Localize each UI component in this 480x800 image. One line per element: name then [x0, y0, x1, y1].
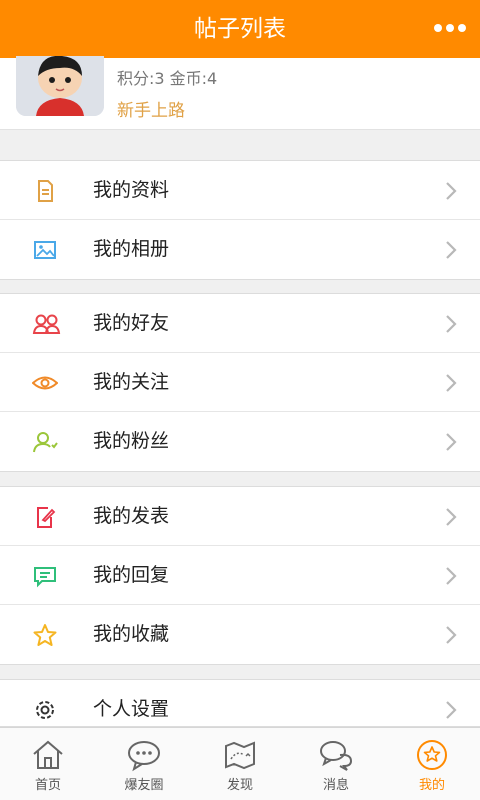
profile-header: 积分:3 金币:4 新手上路 — [0, 56, 480, 130]
tab-discover[interactable]: 发现 — [192, 728, 288, 800]
star-circle-icon — [417, 740, 447, 770]
user-level: 新手上路 — [117, 101, 185, 121]
top-bar: 帖子列表 — [0, 0, 480, 58]
chevron-right-icon — [444, 564, 458, 588]
tab-me[interactable]: 我的 — [384, 728, 480, 800]
reply-icon — [32, 564, 58, 588]
menu-item-my-album[interactable]: 我的相册 — [0, 220, 480, 279]
star-icon — [32, 623, 58, 647]
menu-item-settings[interactable]: 个人设置 — [0, 680, 480, 726]
picture-icon — [32, 238, 58, 262]
tab-label: 我的 — [418, 778, 445, 793]
gear-icon — [32, 698, 58, 722]
menu-item-my-replies[interactable]: 我的回复 — [0, 546, 480, 605]
eye-icon — [31, 371, 59, 395]
tab-label: 发现 — [226, 778, 253, 793]
points-coins-text: 积分:3 金币:4 — [117, 69, 218, 88]
menu-item-label: 我的收藏 — [93, 623, 170, 645]
friends-icon — [32, 312, 61, 336]
menu-item-my-fans[interactable]: 我的粉丝 — [0, 412, 480, 471]
menu-group-3: 我的发表 我的回复 我的收藏 — [0, 486, 480, 665]
menu-item-label: 我的粉丝 — [93, 430, 170, 452]
avatar[interactable] — [16, 56, 104, 116]
menu-item-label: 我的资料 — [93, 179, 170, 201]
chevron-right-icon — [444, 430, 458, 454]
menu-item-my-friends[interactable]: 我的好友 — [0, 294, 480, 353]
menu-item-label: 我的发表 — [93, 505, 170, 527]
chevron-right-icon — [444, 698, 458, 722]
map-icon — [225, 741, 255, 770]
tab-label: 爆友圈 — [124, 778, 164, 793]
messages-icon — [320, 741, 353, 771]
menu-group-2: 我的好友 我的关注 我的粉丝 — [0, 293, 480, 472]
menu-group-1: 我的资料 我的相册 — [0, 160, 480, 280]
menu-item-my-posts[interactable]: 我的发表 — [0, 487, 480, 546]
chevron-right-icon — [444, 179, 458, 203]
more-dots-icon[interactable] — [430, 19, 470, 39]
chevron-right-icon — [444, 238, 458, 262]
menu-item-label: 我的回复 — [93, 564, 170, 586]
menu-item-my-follows[interactable]: 我的关注 — [0, 353, 480, 412]
fans-icon — [32, 430, 58, 454]
chevron-right-icon — [444, 312, 458, 336]
menu-item-label: 我的关注 — [93, 371, 170, 393]
tab-messages[interactable]: 消息 — [288, 728, 384, 800]
menu-item-my-favorites[interactable]: 我的收藏 — [0, 605, 480, 664]
chat-bubble-icon — [128, 741, 160, 772]
tab-home[interactable]: 首页 — [0, 728, 96, 800]
chevron-right-icon — [444, 371, 458, 395]
menu-item-label: 个人设置 — [93, 698, 170, 720]
menu-item-label: 我的好友 — [93, 312, 170, 334]
chevron-right-icon — [444, 505, 458, 529]
tab-label: 消息 — [322, 778, 349, 793]
document-icon — [32, 179, 58, 203]
home-icon — [33, 740, 63, 769]
edit-icon — [32, 505, 58, 529]
page-title: 帖子列表 — [194, 16, 286, 42]
tab-friends-circle[interactable]: 爆友圈 — [96, 728, 192, 800]
chevron-right-icon — [444, 623, 458, 647]
bottom-tab-bar: 首页 爆友圈 发现 消息 我的 — [0, 727, 480, 800]
menu-item-my-profile[interactable]: 我的资料 — [0, 161, 480, 220]
menu-group-4: 个人设置 — [0, 679, 480, 727]
menu-item-label: 我的相册 — [93, 238, 170, 260]
tab-label: 首页 — [34, 778, 61, 793]
